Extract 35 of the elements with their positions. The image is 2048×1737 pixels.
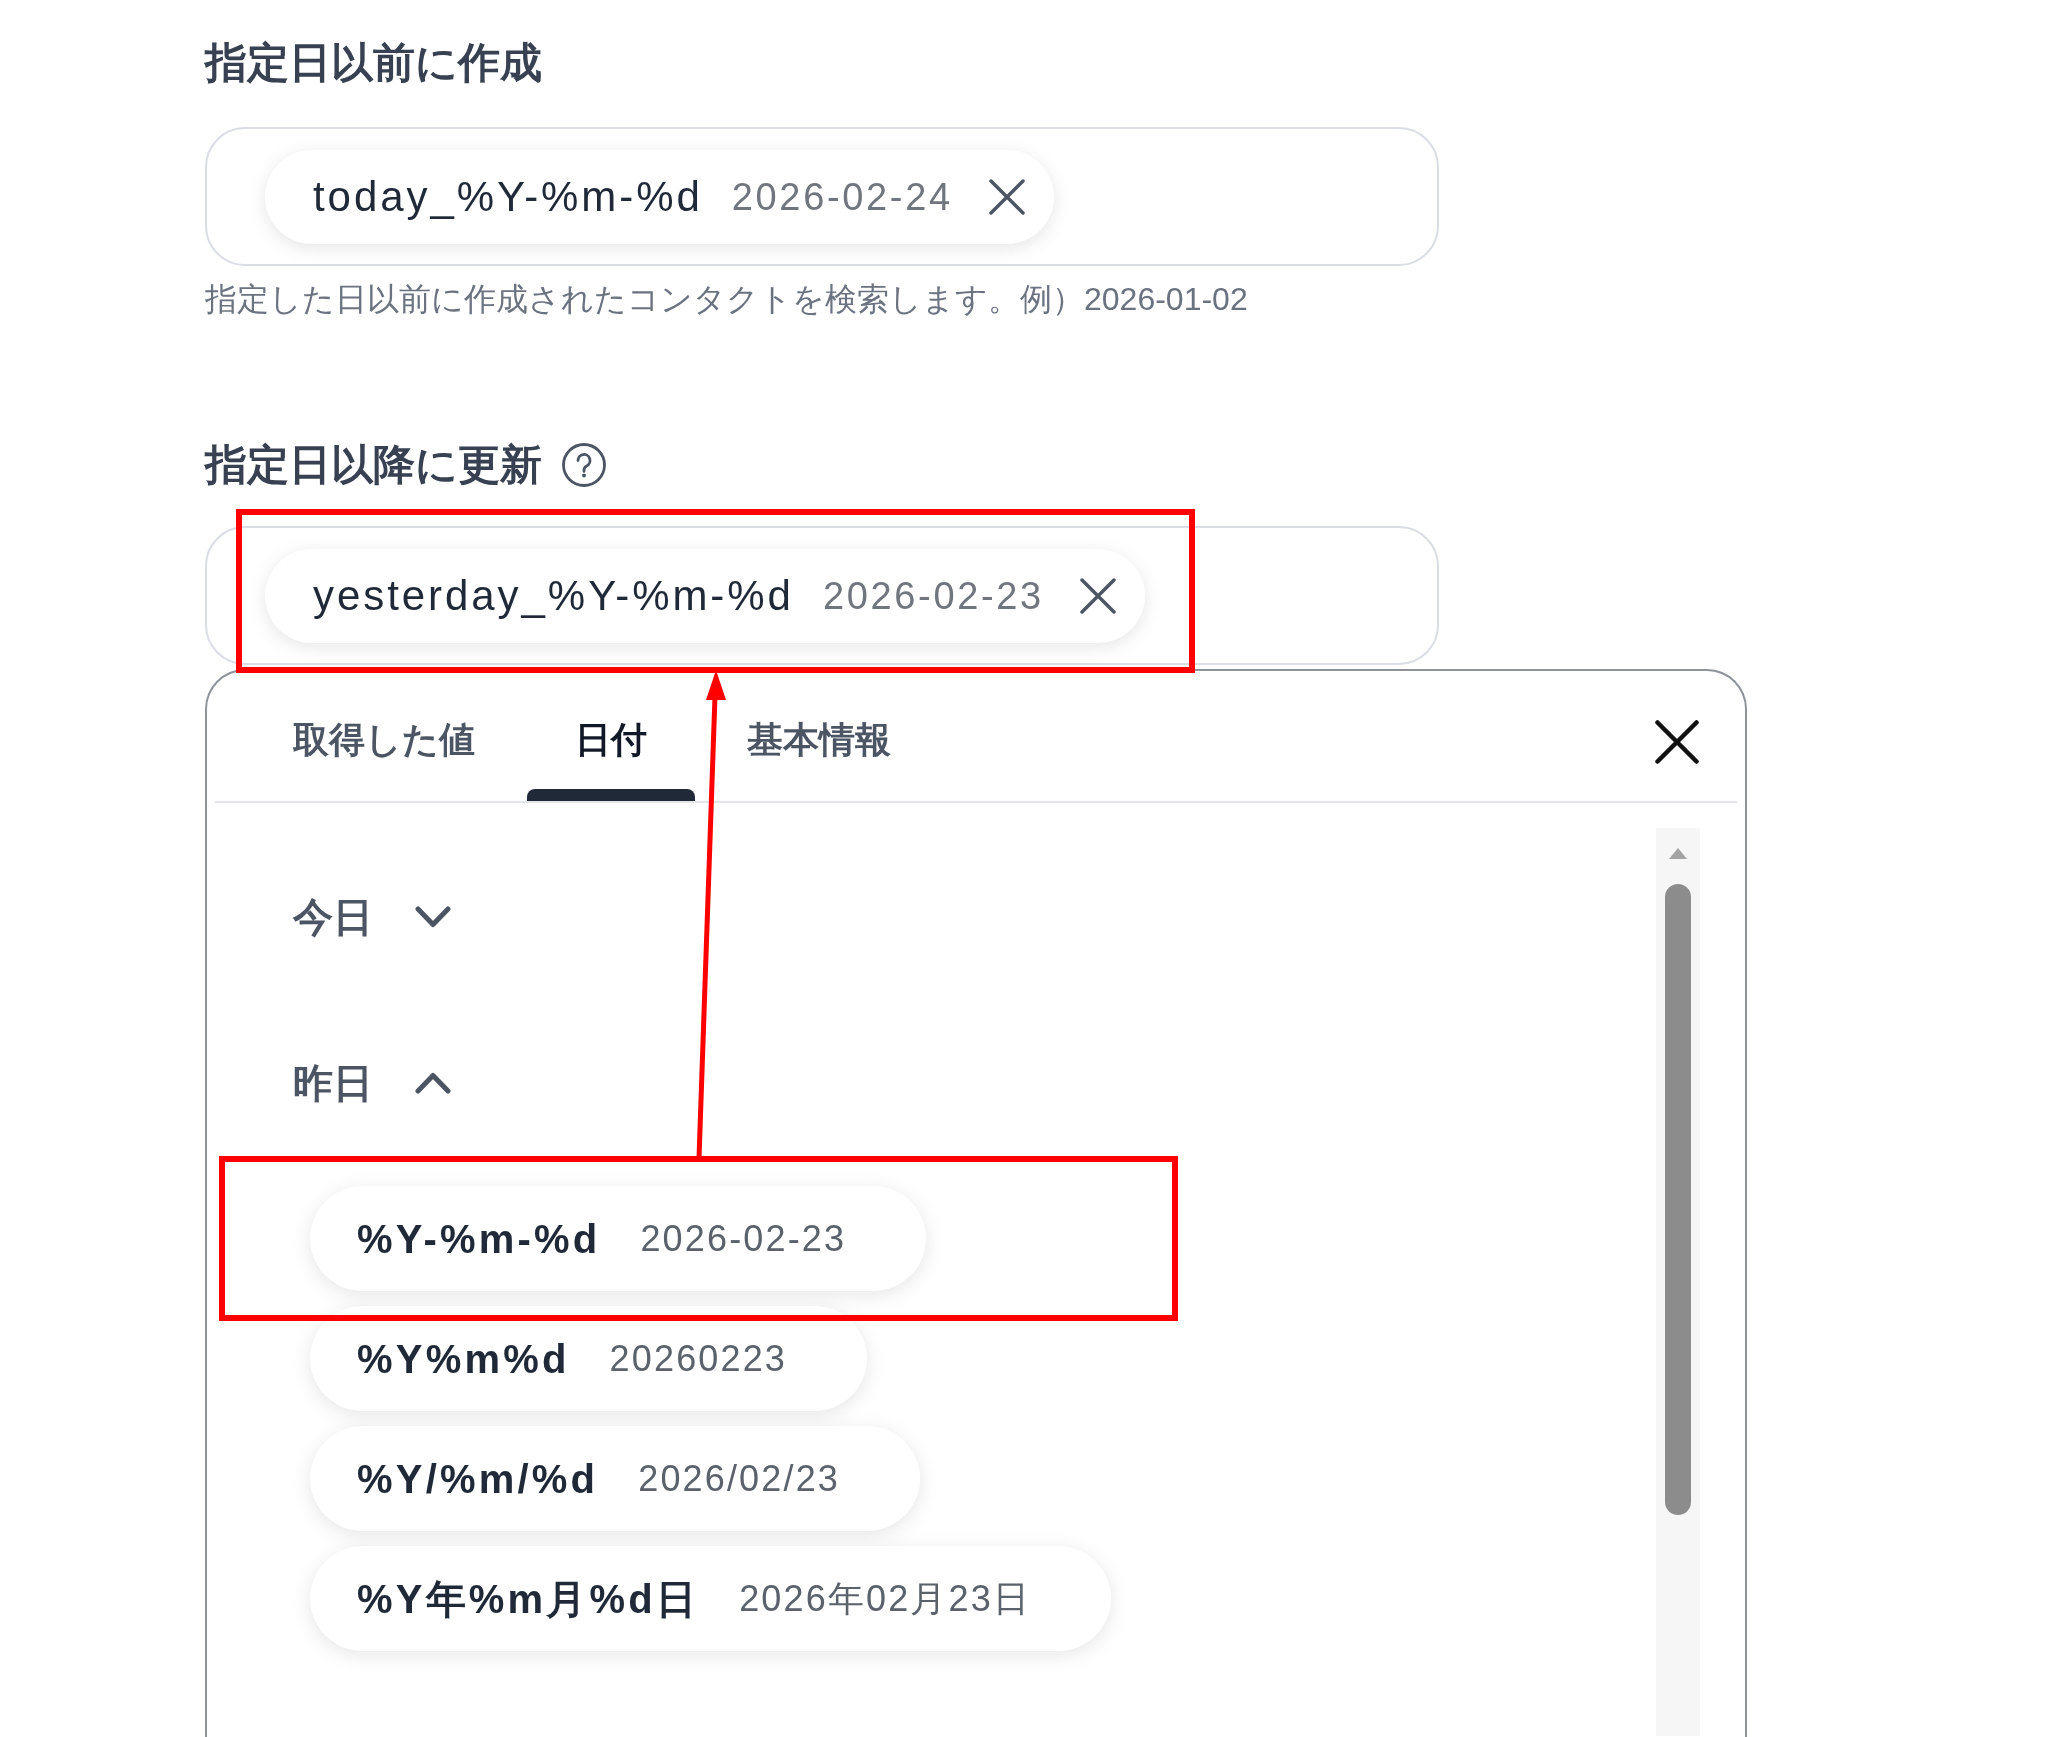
remove-token-button[interactable] bbox=[1079, 577, 1116, 614]
format-option[interactable]: %Y年%m月%d日 2026年02月23日 bbox=[310, 1546, 1112, 1651]
group-header[interactable]: 昨日 bbox=[293, 1057, 451, 1109]
close-icon bbox=[1655, 720, 1699, 764]
token-value: 2026-02-24 bbox=[731, 177, 953, 216]
format-option[interactable]: %Y%m%d 20260223 bbox=[310, 1306, 868, 1411]
field-label: 指定日以降に更新 bbox=[205, 440, 542, 490]
format-name: %Y%m%d bbox=[357, 1338, 570, 1379]
format-preview: 20260223 bbox=[609, 1340, 788, 1377]
format-preview: 2026年02月23日 bbox=[739, 1580, 1032, 1617]
tab[interactable]: 基本情報 bbox=[699, 696, 939, 801]
format-option[interactable]: %Y-%m-%d 2026-02-23 bbox=[310, 1186, 927, 1291]
close-panel-button[interactable] bbox=[1655, 720, 1699, 764]
scrollbar-thumb[interactable] bbox=[1665, 884, 1691, 1515]
format-name: %Y年%m月%d日 bbox=[357, 1578, 700, 1619]
format-name: %Y/%m/%d bbox=[357, 1458, 599, 1499]
input-field[interactable]: today_%Y-%m-%d 2026-02-24 bbox=[205, 127, 1439, 266]
token-value: 2026-02-23 bbox=[822, 576, 1044, 615]
close-icon bbox=[1079, 577, 1116, 614]
format-option[interactable]: %Y/%m/%d 2026/02/23 bbox=[310, 1426, 920, 1531]
help-icon[interactable] bbox=[562, 443, 606, 487]
scrollbar-track[interactable] bbox=[1656, 828, 1700, 1736]
input-field[interactable]: yesterday_%Y-%m-%d 2026-02-23 bbox=[205, 526, 1439, 665]
token-name: yesterday_%Y-%m-%d bbox=[313, 574, 794, 617]
field-hint: 指定した日以前に作成されたコンタクトを検索します。例）2026-01-02 bbox=[205, 280, 1248, 319]
group-header[interactable]: 今日 bbox=[293, 891, 451, 943]
tab[interactable]: 日付 bbox=[527, 696, 695, 801]
format-name: %Y-%m-%d bbox=[357, 1218, 601, 1259]
format-preview: 2026-02-23 bbox=[640, 1220, 847, 1257]
token-name: today_%Y-%m-%d bbox=[313, 175, 703, 218]
close-icon bbox=[988, 178, 1025, 215]
format-preview: 2026/02/23 bbox=[638, 1460, 840, 1497]
remove-token-button[interactable] bbox=[988, 178, 1025, 215]
field-label: 指定日以前に作成 bbox=[205, 38, 542, 88]
tab[interactable]: 取得した値 bbox=[245, 696, 523, 801]
